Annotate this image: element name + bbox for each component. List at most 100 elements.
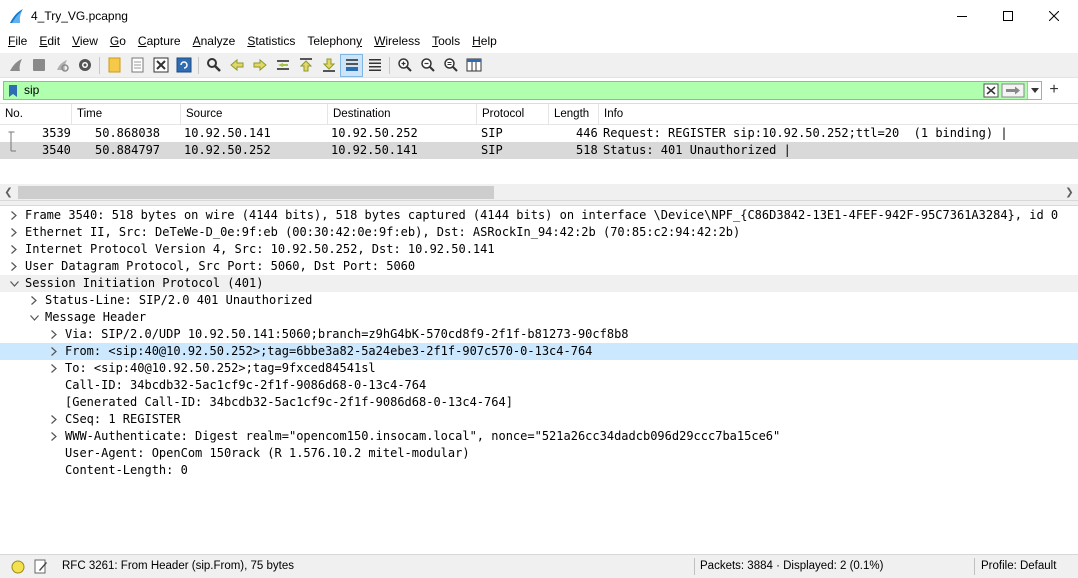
detail-row[interactable]: Status-Line: SIP/2.0 401 Unauthorized	[0, 292, 1078, 309]
autoscroll-button[interactable]	[340, 53, 363, 77]
apply-filter-button[interactable]	[1001, 83, 1025, 98]
zoom-in-button[interactable]	[393, 54, 416, 77]
menu-bar: File Edit View Go Capture Analyze Statistics Te…	[0, 31, 1078, 52]
menu-capture[interactable]: Capture	[132, 31, 187, 52]
gear-icon	[78, 59, 91, 71]
detail-row[interactable]: Call-ID: 34bcdb32-5ac1cf9c-2f1f-9086d68-…	[0, 377, 1078, 394]
chevron-down-icon[interactable]	[28, 309, 40, 326]
colorize-button[interactable]	[363, 54, 386, 77]
scroll-right-icon[interactable]: ❯	[1061, 184, 1078, 201]
menu-statistics[interactable]: Statistics	[241, 31, 301, 52]
chevron-right-icon[interactable]	[48, 411, 60, 428]
clear-icon	[983, 83, 999, 98]
detail-row[interactable]: User Datagram Protocol, Src Port: 5060, …	[0, 258, 1078, 275]
column-header-destination[interactable]: Destination	[328, 104, 477, 125]
go-back-button[interactable]	[225, 54, 248, 77]
start-capture-button[interactable]	[4, 54, 27, 77]
add-filter-button[interactable]: +	[1046, 82, 1062, 98]
chevron-right-icon[interactable]	[28, 292, 40, 309]
scrollbar-thumb[interactable]	[18, 186, 494, 199]
stop-icon	[32, 59, 45, 71]
resize-columns-button[interactable]	[462, 54, 485, 77]
chevron-right-icon[interactable]	[48, 326, 60, 343]
packet-destination: 10.92.50.141	[331, 143, 418, 157]
find-packet-button[interactable]	[202, 54, 225, 77]
detail-row[interactable]: Frame 3540: 518 bytes on wire (4144 bits…	[0, 207, 1078, 224]
detail-row[interactable]: Ethernet II, Src: DeTeWe-D_0e:9f:eb (00:…	[0, 224, 1078, 241]
menu-view[interactable]: View	[66, 31, 104, 52]
detail-text: Ethernet II, Src: DeTeWe-D_0e:9f:eb (00:…	[25, 225, 741, 239]
maximize-icon	[1003, 10, 1013, 21]
expert-info-icon[interactable]	[11, 560, 25, 574]
chevron-right-icon[interactable]	[48, 428, 60, 445]
column-header-info[interactable]: Info	[599, 104, 1078, 125]
reload-icon	[176, 57, 191, 73]
detail-row[interactable]: Message Header	[0, 309, 1078, 326]
menu-edit[interactable]: Edit	[33, 31, 66, 52]
menu-telephony[interactable]: Telephony	[301, 31, 368, 52]
go-forward-button[interactable]	[248, 54, 271, 77]
last-packet-button[interactable]	[317, 54, 340, 77]
column-header-time[interactable]: Time	[72, 104, 181, 125]
chevron-right-icon[interactable]	[8, 207, 20, 224]
detail-row[interactable]: Content-Length: 0	[0, 462, 1078, 479]
chevron-down-icon[interactable]	[8, 275, 20, 292]
menu-analyze[interactable]: Analyze	[187, 31, 242, 52]
scroll-left-icon[interactable]: ❮	[0, 184, 17, 201]
detail-row[interactable]: [Generated Call-ID: 34bcdb32-5ac1cf9c-2f…	[0, 394, 1078, 411]
chevron-right-icon[interactable]	[48, 343, 60, 360]
go-to-packet-button[interactable]	[271, 54, 294, 77]
minimize-icon	[957, 15, 967, 17]
menu-go[interactable]: Go	[104, 31, 132, 52]
capture-comment-icon[interactable]	[34, 559, 48, 574]
menu-label-part: Telephon	[307, 34, 357, 48]
reload-file-button[interactable]	[172, 54, 195, 77]
close-button[interactable]	[1031, 0, 1077, 31]
profile-indicator[interactable]: Profile: Default	[981, 555, 1056, 578]
menu-help[interactable]: Help	[466, 31, 503, 52]
restart-capture-button[interactable]	[50, 54, 73, 77]
column-header-protocol[interactable]: Protocol	[477, 104, 549, 125]
zoom-out-button[interactable]	[416, 54, 439, 77]
chevron-right-icon[interactable]	[8, 224, 20, 241]
zoom-in-icon	[397, 58, 412, 72]
stop-capture-button[interactable]	[27, 54, 50, 77]
title-bar: 4_Try_VG.pcapng	[0, 0, 1078, 31]
chevron-right-icon[interactable]	[8, 241, 20, 258]
detail-row[interactable]: CSeq: 1 REGISTER	[0, 411, 1078, 428]
menu-wireless[interactable]: Wireless	[368, 31, 426, 52]
packet-row-selected[interactable]: 3540 50.884797 10.92.50.252 10.92.50.141…	[0, 142, 1078, 159]
detail-row[interactable]: Internet Protocol Version 4, Src: 10.92.…	[0, 241, 1078, 258]
filter-bookmark-button[interactable]	[4, 82, 22, 99]
chevron-right-icon[interactable]	[48, 360, 60, 377]
filter-text[interactable]: sip	[24, 82, 983, 99]
detail-row[interactable]: Via: SIP/2.0/UDP 10.92.50.141:5060;branc…	[0, 326, 1078, 343]
window-title: 4_Try_VG.pcapng	[31, 8, 128, 23]
column-header-length[interactable]: Length	[549, 104, 599, 125]
zoom-normal-button[interactable]	[439, 54, 462, 77]
column-header-source[interactable]: Source	[181, 104, 328, 125]
maximize-button[interactable]	[985, 0, 1031, 31]
minimize-button[interactable]	[939, 0, 985, 31]
packet-list-hscrollbar[interactable]: ❮ ❯	[0, 184, 1078, 201]
menu-mnemonic: H	[472, 34, 481, 48]
chevron-right-icon[interactable]	[8, 258, 20, 275]
detail-row-selected[interactable]: From: <sip:40@10.92.50.252>;tag=6bbe3a82…	[0, 343, 1078, 360]
save-file-button[interactable]	[126, 54, 149, 77]
display-filter-input[interactable]: sip	[3, 81, 1042, 100]
capture-options-button[interactable]	[73, 54, 96, 77]
detail-row[interactable]: To: <sip:40@10.92.50.252>;tag=9fxced8454…	[0, 360, 1078, 377]
menu-file[interactable]: File	[2, 31, 33, 52]
close-file-button[interactable]	[149, 54, 172, 77]
detail-row[interactable]: WWW-Authenticate: Digest realm="opencom1…	[0, 428, 1078, 445]
first-packet-button[interactable]	[294, 54, 317, 77]
column-header-no[interactable]: No.	[0, 104, 72, 125]
filter-history-dropdown[interactable]	[1027, 82, 1041, 99]
packet-row[interactable]: 3539 50.868038 10.92.50.141 10.92.50.252…	[0, 125, 1078, 142]
pane-splitter[interactable]	[0, 200, 1078, 206]
open-file-button[interactable]	[103, 54, 126, 77]
detail-row[interactable]: User-Agent: OpenCom 150rack (R 1.576.10.…	[0, 445, 1078, 462]
clear-filter-button[interactable]	[983, 83, 999, 98]
detail-row[interactable]: Session Initiation Protocol (401)	[0, 275, 1078, 292]
menu-tools[interactable]: Tools	[426, 31, 466, 52]
